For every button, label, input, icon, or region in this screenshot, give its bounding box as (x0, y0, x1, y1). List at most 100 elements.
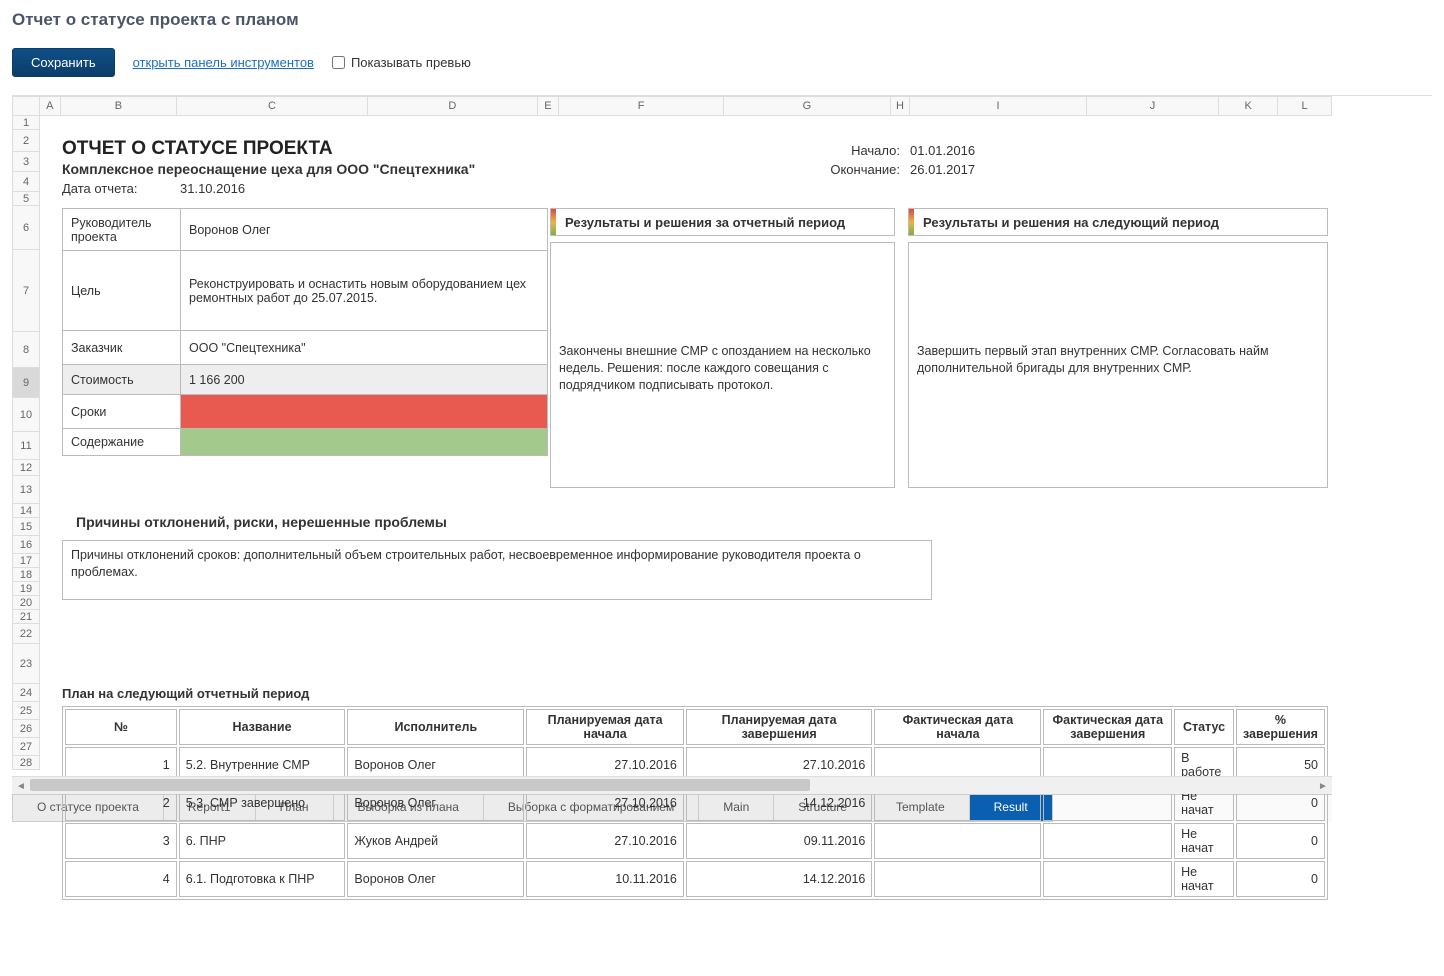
table-cell[interactable]: 6. ПНР (179, 823, 346, 859)
column-header[interactable]: A (40, 96, 62, 116)
info-label: Сроки (63, 395, 181, 428)
column-header[interactable]: I (910, 96, 1087, 116)
table-column-header: Статус (1174, 709, 1234, 745)
table-cell[interactable]: 4 (65, 861, 177, 897)
row-header[interactable]: 26 (12, 720, 40, 738)
info-label: Содержание (63, 429, 181, 455)
row-header[interactable]: 6 (12, 206, 40, 250)
report-title: ОТЧЕТ О СТАТУСЕ ПРОЕКТА (62, 138, 333, 160)
row-header[interactable]: 1 (12, 116, 40, 130)
row-header[interactable]: 25 (12, 702, 40, 720)
scroll-left-icon[interactable]: ◄ (12, 777, 30, 795)
results-period-panel: Результаты и решения за отчетный период (550, 208, 895, 236)
row-header[interactable]: 20 (12, 596, 40, 610)
row-header[interactable]: 2 (12, 130, 40, 152)
table-cell[interactable]: Воронов Олег (347, 861, 524, 897)
scroll-right-icon[interactable]: ► (1314, 777, 1332, 795)
column-header[interactable]: K (1219, 96, 1278, 116)
row-header[interactable]: 8 (12, 332, 40, 368)
row-header[interactable]: 14 (12, 504, 40, 518)
table-cell[interactable]: 0 (1236, 861, 1325, 897)
column-header[interactable]: H (891, 96, 911, 116)
column-header[interactable]: J (1087, 96, 1219, 116)
table-cell[interactable]: Жуков Андрей (347, 823, 524, 859)
info-table: Руководитель проектаВоронов ОлегЦельРеко… (62, 208, 548, 456)
results-period-body: Закончены внешние СМР с опозданием на не… (550, 242, 895, 488)
row-header[interactable]: 28 (12, 756, 40, 770)
end-label: Окончание: (810, 162, 900, 177)
column-header[interactable]: F (559, 96, 724, 116)
row-header[interactable]: 9 (12, 368, 40, 398)
panel1-title: Результаты и решения за отчетный период (551, 209, 894, 236)
horizontal-scrollbar[interactable]: ◄ ► (12, 776, 1332, 794)
row-header[interactable]: 4 (12, 172, 40, 192)
column-header[interactable]: L (1278, 96, 1332, 116)
table-cell[interactable]: 0 (1236, 823, 1325, 859)
preview-checkbox[interactable] (332, 56, 345, 69)
info-value[interactable]: ООО "Спецтехника" (181, 331, 547, 364)
column-header[interactable]: B (61, 96, 177, 116)
column-header[interactable]: G (724, 96, 891, 116)
row-header[interactable]: 5 (12, 192, 40, 206)
row-header[interactable]: 23 (12, 644, 40, 684)
info-value[interactable]: Воронов Олег (181, 209, 547, 250)
row-header[interactable]: 19 (12, 582, 40, 596)
report-date-label: Дата отчета: (62, 181, 138, 196)
row-header[interactable]: 16 (12, 536, 40, 554)
info-value[interactable] (181, 429, 547, 455)
save-button[interactable]: Сохранить (12, 48, 115, 77)
row-header[interactable]: 11 (12, 432, 40, 460)
table-cell[interactable]: Не начат (1174, 823, 1234, 859)
info-value[interactable] (181, 395, 547, 428)
row-header[interactable]: 17 (12, 554, 40, 568)
table-cell[interactable] (1043, 823, 1172, 859)
row-header[interactable]: 15 (12, 518, 40, 536)
deviations-body: Причины отклонений сроков: дополнительны… (62, 540, 932, 600)
report-subtitle: Комплексное переоснащение цеха для ООО "… (62, 161, 475, 177)
table-cell[interactable]: 3 (65, 823, 177, 859)
info-value[interactable]: 1 166 200 (181, 365, 547, 394)
info-label: Стоимость (63, 365, 181, 394)
preview-checkbox-wrap[interactable]: Показывать превью (332, 55, 471, 70)
table-cell[interactable]: 10.11.2016 (526, 861, 684, 897)
column-header[interactable]: C (177, 96, 368, 116)
row-header[interactable]: 10 (12, 398, 40, 432)
row-header[interactable]: 22 (12, 624, 40, 644)
table-cell[interactable]: 09.11.2016 (686, 823, 873, 859)
row-header[interactable]: 12 (12, 460, 40, 476)
panel2-title: Результаты и решения на следующий период (909, 209, 1327, 236)
scrollbar-thumb[interactable] (30, 779, 810, 791)
table-row[interactable]: 46.1. Подготовка к ПНРВоронов Олег10.11.… (65, 861, 1325, 897)
table-cell[interactable]: Не начат (1174, 861, 1234, 897)
table-cell[interactable] (1043, 861, 1172, 897)
table-cell[interactable]: 14.12.2016 (686, 861, 873, 897)
table-column-header: Планируемая дата завершения (686, 709, 873, 745)
row-header[interactable]: 24 (12, 684, 40, 702)
panel1-body: Закончены внешние СМР с опозданием на не… (551, 243, 894, 400)
panel2-body: Завершить первый этап внутренних СМР. Со… (909, 243, 1327, 383)
status-bar (181, 395, 547, 428)
table-row[interactable]: 36. ПНРЖуков Андрей27.10.201609.11.2016 Н… (65, 823, 1325, 859)
row-header[interactable]: 18 (12, 568, 40, 582)
sheet-corner[interactable] (12, 96, 40, 116)
info-label: Цель (63, 251, 181, 330)
info-value[interactable]: Реконструировать и оснастить новым обору… (181, 251, 547, 330)
start-value: 01.01.2016 (910, 143, 975, 158)
info-label: Заказчик (63, 331, 181, 364)
row-header[interactable]: 3 (12, 152, 40, 172)
row-header[interactable]: 21 (12, 610, 40, 624)
table-cell[interactable] (874, 861, 1041, 897)
column-header[interactable]: D (368, 96, 538, 116)
open-toolbar-link[interactable]: открыть панель инструментов (133, 55, 314, 70)
row-header[interactable]: 7 (12, 250, 40, 332)
table-cell[interactable]: 6.1. Подготовка к ПНР (179, 861, 346, 897)
table-cell[interactable] (874, 823, 1041, 859)
end-value: 26.01.2017 (910, 162, 975, 177)
column-header[interactable]: E (538, 96, 560, 116)
row-header[interactable]: 13 (12, 476, 40, 504)
row-header[interactable]: 27 (12, 738, 40, 756)
table-cell[interactable]: 27.10.2016 (526, 823, 684, 859)
table-column-header: № (65, 709, 177, 745)
table-column-header: Фактическая дата начала (874, 709, 1041, 745)
toolbar: Сохранить открыть панель инструментов По… (12, 48, 1432, 77)
